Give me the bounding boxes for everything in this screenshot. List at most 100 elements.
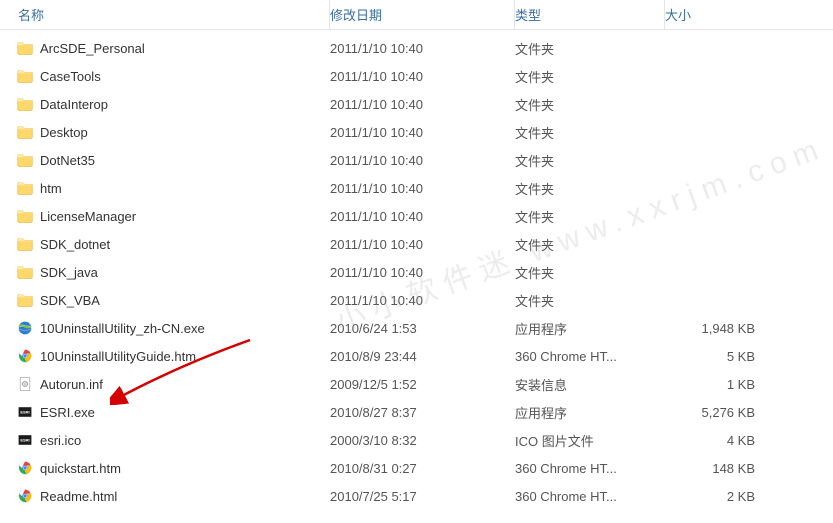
svg-text:ESRI: ESRI (20, 410, 29, 415)
file-row[interactable]: ESRI esri.ico 2000/3/10 8:32ICO 图片文件4 KB (0, 426, 833, 454)
esri-icon: ESRI (16, 431, 34, 449)
file-row[interactable]: LicenseManager 2011/1/10 10:40文件夹 (0, 202, 833, 230)
file-date: 2011/1/10 10:40 (330, 293, 515, 308)
file-date: 2011/1/10 10:40 (330, 97, 515, 112)
file-name: DotNet35 (40, 153, 95, 168)
chrome-icon (16, 459, 34, 477)
file-name-cell: DataInterop (16, 95, 330, 113)
column-header-size[interactable]: 大小 (665, 0, 805, 29)
file-type: 文件夹 (515, 207, 665, 226)
file-date: 2011/1/10 10:40 (330, 69, 515, 84)
file-name-cell: quickstart.htm (16, 459, 330, 477)
file-name: CaseTools (40, 69, 101, 84)
file-size: 1 KB (665, 377, 765, 392)
column-header-date[interactable]: 修改日期 (330, 0, 515, 29)
file-row[interactable]: SDK_VBA 2011/1/10 10:40文件夹 (0, 286, 833, 314)
folder-icon (16, 263, 34, 281)
inf-icon (16, 375, 34, 393)
file-size: 4 KB (665, 433, 765, 448)
file-row[interactable]: CaseTools 2011/1/10 10:40文件夹 (0, 62, 833, 90)
file-name-cell: Desktop (16, 123, 330, 141)
file-date: 2011/1/10 10:40 (330, 265, 515, 280)
file-name-cell: Autorun.inf (16, 375, 330, 393)
file-type: 文件夹 (515, 67, 665, 86)
file-row[interactable]: htm2011/1/10 10:40文件夹 (0, 174, 833, 202)
file-row[interactable]: ArcSDE_Personal2011/1/10 10:40文件夹 (0, 34, 833, 62)
file-row[interactable]: Desktop2011/1/10 10:40文件夹 (0, 118, 833, 146)
file-date: 2010/7/25 5:17 (330, 489, 515, 504)
file-date: 2011/1/10 10:40 (330, 153, 515, 168)
file-row[interactable]: DotNet352011/1/10 10:40文件夹 (0, 146, 833, 174)
folder-icon (16, 95, 34, 113)
folder-icon (16, 291, 34, 309)
file-name-cell: SDK_java (16, 263, 330, 281)
file-name: SDK_java (40, 265, 98, 280)
file-name-cell: ESRIESRI.exe (16, 403, 330, 421)
file-type: 360 Chrome HT... (515, 489, 665, 504)
file-name-cell: htm (16, 179, 330, 197)
file-type: 应用程序 (515, 319, 665, 338)
file-name: Autorun.inf (40, 377, 103, 392)
file-type: 文件夹 (515, 123, 665, 142)
file-date: 2000/3/10 8:32 (330, 433, 515, 448)
file-date: 2010/6/24 1:53 (330, 321, 515, 336)
column-header-name[interactable]: 名称 (0, 0, 330, 29)
file-name: htm (40, 181, 62, 196)
file-name: ArcSDE_Personal (40, 41, 145, 56)
file-row[interactable]: SDK_java 2011/1/10 10:40文件夹 (0, 258, 833, 286)
file-list: ArcSDE_Personal2011/1/10 10:40文件夹CaseToo… (0, 30, 833, 510)
column-header-type[interactable]: 类型 (515, 0, 665, 29)
file-name-cell: LicenseManager (16, 207, 330, 225)
file-name: DataInterop (40, 97, 108, 112)
file-date: 2011/1/10 10:40 (330, 181, 515, 196)
file-name: SDK_dotnet (40, 237, 110, 252)
folder-icon (16, 179, 34, 197)
file-row[interactable]: Readme.html 2010/7/25 5:17360 Chrome HT..… (0, 482, 833, 510)
file-name: esri.ico (40, 433, 81, 448)
file-type: 文件夹 (515, 39, 665, 58)
file-name: Readme.html (40, 489, 117, 504)
file-type: 文件夹 (515, 263, 665, 282)
chrome-icon (16, 487, 34, 505)
file-type: 安装信息 (515, 375, 665, 394)
file-date: 2010/8/27 8:37 (330, 405, 515, 420)
folder-icon (16, 151, 34, 169)
folder-icon (16, 67, 34, 85)
file-date: 2010/8/9 23:44 (330, 349, 515, 364)
folder-icon (16, 207, 34, 225)
file-row[interactable]: 10UninstallUtility_zh-CN.exe2010/6/24 1:… (0, 314, 833, 342)
file-date: 2011/1/10 10:40 (330, 125, 515, 140)
file-size: 5 KB (665, 349, 765, 364)
file-row[interactable]: DataInterop2011/1/10 10:40文件夹 (0, 90, 833, 118)
file-row[interactable]: 10UninstallUtilityGuide.htm 2010/8/9 23:4… (0, 342, 833, 370)
file-type: 360 Chrome HT... (515, 461, 665, 476)
column-header-row: 名称 修改日期 类型 大小 (0, 0, 833, 30)
file-name-cell: ESRI esri.ico (16, 431, 330, 449)
file-row[interactable]: ESRIESRI.exe2010/8/27 8:37应用程序5,276 KB (0, 398, 833, 426)
file-row[interactable]: SDK_dotnet2011/1/10 10:40文件夹 (0, 230, 833, 258)
file-name: 10UninstallUtilityGuide.htm (40, 349, 196, 364)
file-date: 2009/12/5 1:52 (330, 377, 515, 392)
svg-text:ESRI: ESRI (20, 438, 29, 443)
file-size: 5,276 KB (665, 405, 765, 420)
file-date: 2010/8/31 0:27 (330, 461, 515, 476)
file-date: 2011/1/10 10:40 (330, 209, 515, 224)
file-type: 文件夹 (515, 291, 665, 310)
file-row[interactable]: Autorun.inf 2009/12/5 1:52安装信息1 KB (0, 370, 833, 398)
file-size: 148 KB (665, 461, 765, 476)
file-name-cell: Readme.html (16, 487, 330, 505)
file-row[interactable]: quickstart.htm 2010/8/31 0:27360 Chrome H… (0, 454, 833, 482)
file-type: 360 Chrome HT... (515, 349, 665, 364)
folder-icon (16, 235, 34, 253)
file-name: SDK_VBA (40, 293, 100, 308)
file-type: 应用程序 (515, 403, 665, 422)
file-name-cell: DotNet35 (16, 151, 330, 169)
file-size: 1,948 KB (665, 321, 765, 336)
file-name: quickstart.htm (40, 461, 121, 476)
file-name: LicenseManager (40, 209, 136, 224)
folder-icon (16, 39, 34, 57)
file-name-cell: ArcSDE_Personal (16, 39, 330, 57)
file-name-cell: CaseTools (16, 67, 330, 85)
file-type: ICO 图片文件 (515, 431, 665, 450)
file-name-cell: SDK_dotnet (16, 235, 330, 253)
